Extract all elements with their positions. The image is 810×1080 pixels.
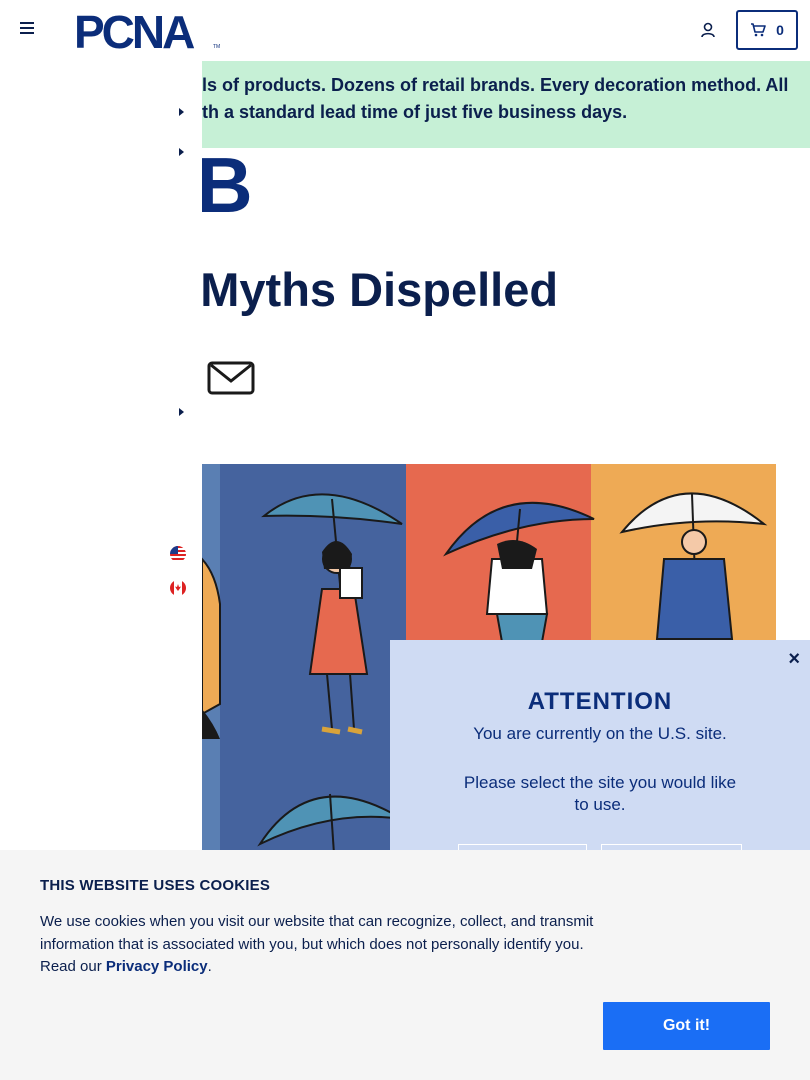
us-flag-icon[interactable] xyxy=(170,546,186,562)
article-title: la Myths Dispelled xyxy=(202,263,559,316)
email-share-icon[interactable] xyxy=(206,360,256,396)
cookie-description: We use cookies when you visit our websit… xyxy=(40,911,610,979)
cart-icon xyxy=(751,23,766,37)
announcement-banner: ls of products. Dozens of retail brands.… xyxy=(202,61,810,148)
menu-icon[interactable] xyxy=(20,22,36,38)
privacy-policy-link[interactable]: Privacy Policy xyxy=(106,958,208,975)
nav-expand-arrow-1[interactable] xyxy=(179,108,184,116)
logo-trademark: TM xyxy=(213,44,220,50)
nav-expand-arrow-3[interactable] xyxy=(179,408,184,416)
cookie-text-end: . xyxy=(207,958,212,975)
pcna-logo[interactable]: PCNA TM xyxy=(74,8,226,52)
canada-flag-icon[interactable] xyxy=(170,580,186,596)
close-icon[interactable]: × xyxy=(788,648,800,671)
logo-text: PCNA xyxy=(74,8,194,52)
accept-cookies-button[interactable]: Got it! xyxy=(603,1002,770,1050)
banner-line-2: th a standard lead time of just five bus… xyxy=(202,102,628,122)
cart-count: 0 xyxy=(776,22,784,38)
modal-title: ATTENTION xyxy=(527,688,673,715)
modal-select-site-text: Please select the site you would like to… xyxy=(463,773,737,814)
cart-button[interactable]: 0 xyxy=(736,10,798,50)
site-header: PCNA TM 0 xyxy=(0,0,810,60)
cookie-title: THIS WEBSITE USES COOKIES xyxy=(40,877,271,894)
nav-expand-arrow-2[interactable] xyxy=(179,148,184,156)
side-navigation xyxy=(0,60,202,850)
modal-current-site-text: You are currently on the U.S. site. xyxy=(473,724,727,743)
account-icon[interactable] xyxy=(699,21,717,39)
hub-logo-fragment: UB xyxy=(202,148,253,218)
banner-line-1: ls of products. Dozens of retail brands.… xyxy=(202,75,789,95)
cookie-consent-banner: THIS WEBSITE USES COOKIES We use cookies… xyxy=(0,850,810,1080)
